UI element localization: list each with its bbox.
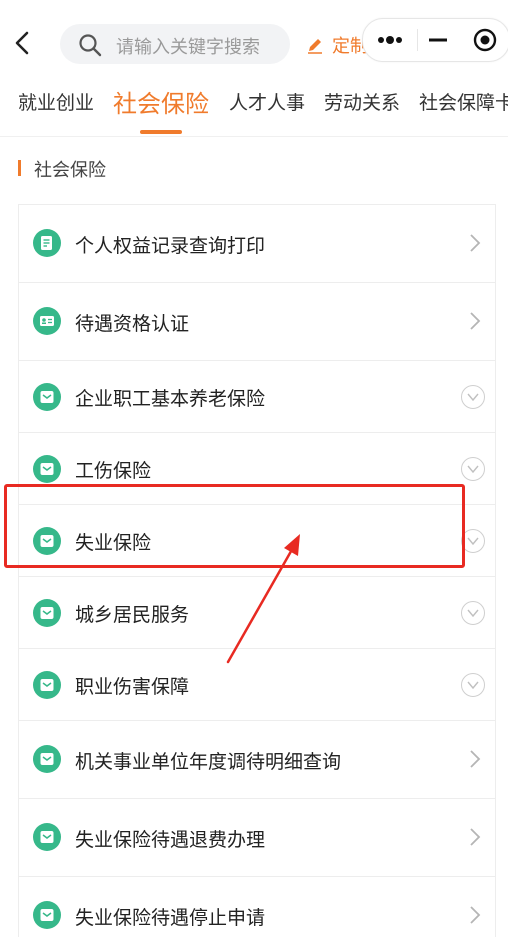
list-item-label: 职业伤害保障 <box>75 676 190 698</box>
chevron-right-icon <box>470 750 481 768</box>
list-item[interactable]: 企业职工基本养老保险 <box>18 360 496 433</box>
more-icon[interactable] <box>377 32 403 48</box>
expand-icon[interactable] <box>461 601 485 625</box>
top-bar: 请输入关键字搜索 定制 <box>0 0 508 84</box>
list-item[interactable]: 个人权益记录查询打印 <box>18 204 496 283</box>
search-icon <box>79 34 102 57</box>
chevron-right-icon <box>470 234 481 252</box>
tab-labor-relations[interactable]: 劳动关系 <box>324 88 400 115</box>
list-item-label: 失业保险待遇退费办理 <box>75 829 266 851</box>
section-marker <box>18 160 21 176</box>
list-item-label: 工伤保险 <box>75 460 152 482</box>
section-title: 社会保险 <box>34 160 106 181</box>
service-icon <box>33 671 61 699</box>
list-item-label: 待遇资格认证 <box>75 313 190 335</box>
expand-icon[interactable] <box>461 529 485 553</box>
mini-program-capsule <box>362 18 508 62</box>
list-item-label: 机关事业单位年度调待明细查询 <box>75 751 342 773</box>
id-card-icon <box>33 307 61 335</box>
expand-icon[interactable] <box>461 673 485 697</box>
back-icon[interactable] <box>10 30 36 56</box>
service-icon <box>33 527 61 555</box>
service-icon <box>33 745 61 773</box>
list-item-label: 城乡居民服务 <box>75 604 190 626</box>
document-icon <box>33 229 61 257</box>
tab-social-security-card[interactable]: 社会保障卡 <box>419 88 508 115</box>
list-item[interactable]: 失业保险待遇退费办理 <box>18 798 496 877</box>
list-item[interactable]: 职业伤害保障 <box>18 648 496 721</box>
category-tabs: 就业创业 社会保险 人才人事 劳动关系 社会保障卡 <box>0 84 508 137</box>
search-input[interactable]: 请输入关键字搜索 <box>60 24 290 64</box>
minimize-icon[interactable] <box>429 31 447 49</box>
list-item[interactable]: 城乡居民服务 <box>18 576 496 649</box>
tab-employment[interactable]: 就业创业 <box>18 88 94 115</box>
search-placeholder: 请输入关键字搜索 <box>116 37 260 58</box>
capsule-divider <box>417 29 418 51</box>
chevron-right-icon <box>470 906 481 924</box>
chevron-right-icon <box>470 312 481 330</box>
list-item[interactable]: 工伤保险 <box>18 432 496 505</box>
tab-talent[interactable]: 人才人事 <box>229 88 305 115</box>
expand-icon[interactable] <box>461 385 485 409</box>
list-item[interactable]: 失业保险 <box>18 504 496 577</box>
service-icon <box>33 823 61 851</box>
service-list: 个人权益记录查询打印 待遇资格认证 企业职工基本养老保险 工伤保险 失业保险 城… <box>18 204 498 937</box>
list-item-label: 失业保险待遇停止申请 <box>75 907 266 929</box>
list-item[interactable]: 机关事业单位年度调待明细查询 <box>18 720 496 799</box>
service-icon <box>33 599 61 627</box>
list-item[interactable]: 待遇资格认证 <box>18 282 496 361</box>
chevron-right-icon <box>470 828 481 846</box>
list-item-label: 失业保险 <box>75 532 152 554</box>
list-item[interactable]: 失业保险待遇停止申请 <box>18 876 496 937</box>
tab-social-insurance[interactable]: 社会保险 <box>113 84 209 119</box>
list-item-label: 企业职工基本养老保险 <box>75 388 266 410</box>
expand-icon[interactable] <box>461 457 485 481</box>
list-item-label: 个人权益记录查询打印 <box>75 235 266 257</box>
edit-icon <box>308 39 322 54</box>
service-icon <box>33 455 61 483</box>
service-icon <box>33 901 61 929</box>
close-icon[interactable] <box>473 28 497 52</box>
customize-button[interactable]: 定制 <box>306 32 368 58</box>
active-tab-indicator <box>140 130 182 134</box>
service-icon <box>33 383 61 411</box>
